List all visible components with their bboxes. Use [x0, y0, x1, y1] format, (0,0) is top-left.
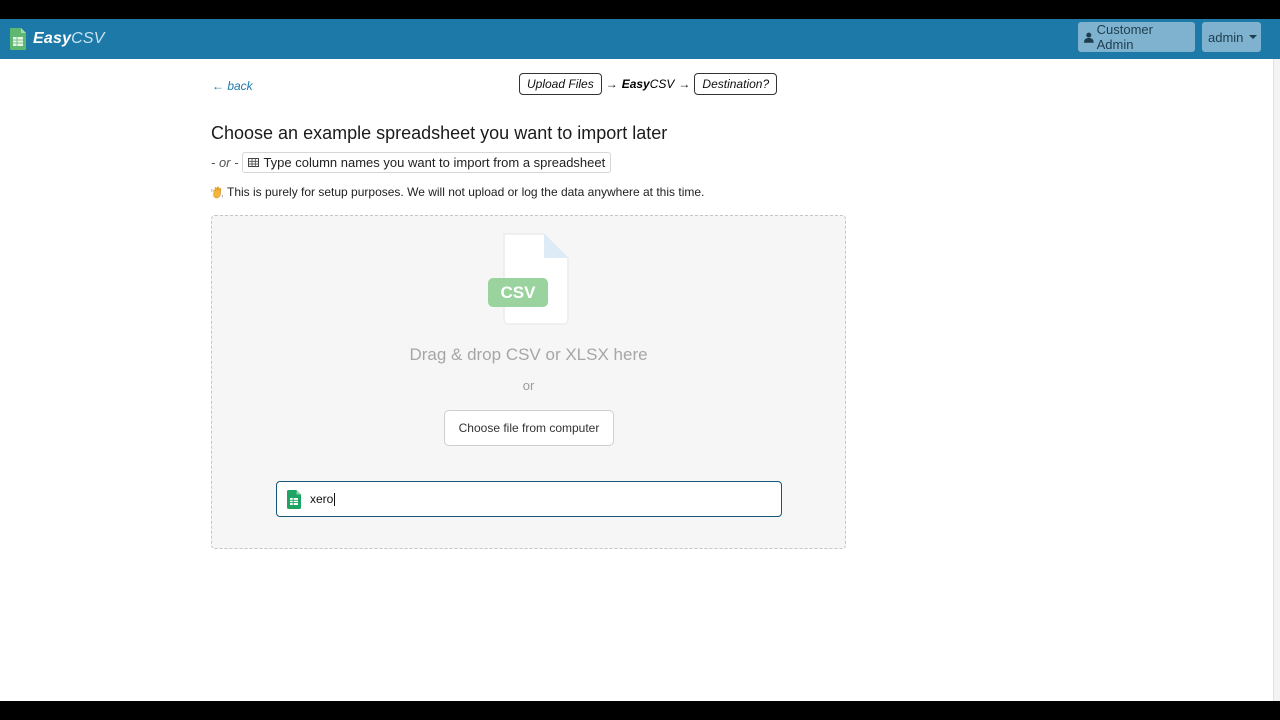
type-column-names-label: Type column names you want to import fro… — [263, 155, 606, 170]
alternate-option-row: - or - Type column names you want to imp… — [211, 152, 612, 173]
caret-down-icon — [1249, 35, 1258, 39]
user-icon — [1084, 32, 1094, 43]
top-navbar: EasyCSV Customer Admin admin — [0, 19, 1280, 59]
dropzone-or-text: or — [522, 378, 535, 393]
brand-part-easy: Easy — [33, 30, 72, 47]
app-viewport: EasyCSV Customer Admin admin ← back Uplo… — [0, 19, 1280, 701]
step-easycsv-rest: CSV — [649, 77, 675, 91]
page-title: Choose an example spreadsheet you want t… — [211, 123, 668, 143]
step-easycsv-bold: Easy — [621, 77, 650, 91]
drag-drop-text: Drag & drop CSV or XLSX here — [409, 345, 648, 364]
setup-note: This is purely for setup purposes. We wi… — [211, 185, 704, 199]
spreadsheet-logo-icon — [10, 28, 26, 50]
page-scrollbar[interactable] — [1273, 59, 1280, 701]
text-cursor — [334, 493, 336, 507]
csv-badge-text: CSV — [501, 283, 537, 302]
step-upload-files[interactable]: Upload Files — [519, 73, 602, 95]
brand-part-csv: CSV — [71, 30, 105, 47]
customer-admin-label: Customer Admin — [1096, 22, 1153, 52]
choose-file-button[interactable]: Choose file from computer — [444, 410, 614, 446]
waving-hand-icon — [211, 186, 223, 198]
step-easycsv-current: EasyCSV — [622, 77, 675, 91]
step-arrow-2: → — [678, 77, 691, 91]
google-sheets-icon — [287, 489, 301, 509]
step-breadcrumb: Upload Files → EasyCSV → Destination? — [519, 73, 778, 95]
type-column-names-button[interactable]: Type column names you want to import fro… — [242, 152, 612, 173]
back-link[interactable]: ← back — [212, 79, 253, 93]
brand-logo[interactable]: EasyCSV — [10, 26, 105, 52]
step-destination[interactable]: Destination? — [694, 73, 778, 95]
step-arrow-1: → — [605, 77, 618, 91]
google-sheet-search-input[interactable]: xero — [276, 481, 782, 517]
setup-note-text: This is purely for setup purposes. We wi… — [227, 185, 705, 199]
csv-file-icon: CSV — [488, 233, 569, 325]
sheet-input-text: xero — [310, 491, 334, 506]
table-icon — [248, 158, 260, 167]
sheet-input-value: xero — [310, 491, 336, 507]
brand-name: EasyCSV — [33, 30, 105, 48]
file-dropzone[interactable]: CSV Drag & drop CSV or XLSX here or Choo… — [211, 215, 846, 549]
or-separator: - or - — [211, 155, 239, 170]
admin-menu-label: admin — [1208, 29, 1244, 45]
customer-admin-button[interactable]: Customer Admin — [1078, 22, 1195, 52]
admin-menu-dropdown[interactable]: admin — [1202, 22, 1261, 52]
